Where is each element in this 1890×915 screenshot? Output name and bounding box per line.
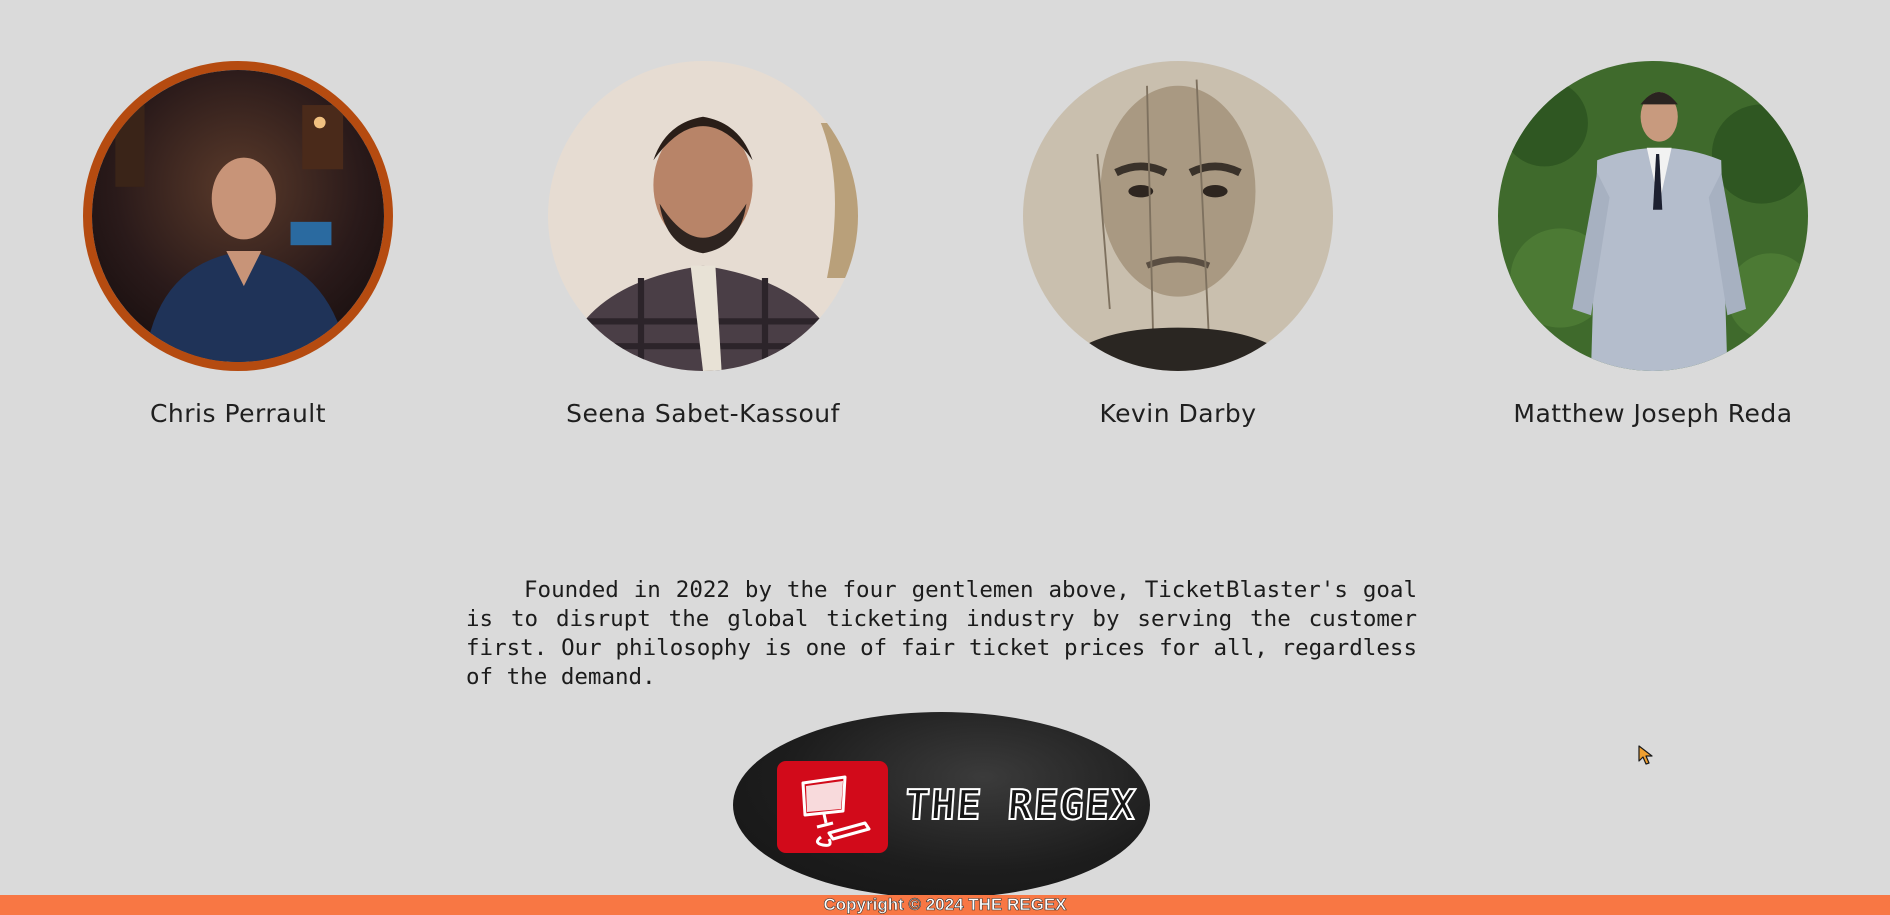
mouse-cursor-icon	[1638, 745, 1653, 765]
about-paragraph: Founded in 2022 by the four gentlemen ab…	[466, 576, 1417, 690]
founder-photo	[1498, 61, 1808, 371]
footer: Copyright © 2024 THE REGEX	[0, 895, 1890, 915]
founder-card: Seena Sabet-Kassouf	[465, 61, 941, 428]
founder-name: Seena Sabet-Kassouf	[566, 399, 840, 428]
founder-photo	[83, 61, 393, 371]
founder-card: Chris Perrault	[0, 61, 476, 428]
brand-name: THE REGEX	[902, 780, 1139, 830]
brand-logo[interactable]: THE REGEX	[733, 712, 1150, 898]
founder-photo	[548, 61, 858, 371]
founder-photo	[1023, 61, 1333, 371]
founder-card: Kevin Darby	[940, 61, 1416, 428]
founder-name: Matthew Joseph Reda	[1513, 399, 1793, 428]
founder-card: Matthew Joseph Reda	[1415, 61, 1890, 428]
about-page: Chris Perrault Seena Sabet-Kassouf Kevin…	[0, 0, 1890, 915]
founder-name: Chris Perrault	[149, 399, 327, 428]
computer-icon	[777, 761, 888, 853]
founder-name: Kevin Darby	[1099, 399, 1257, 428]
copyright-text: Copyright © 2024 THE REGEX	[823, 895, 1067, 915]
